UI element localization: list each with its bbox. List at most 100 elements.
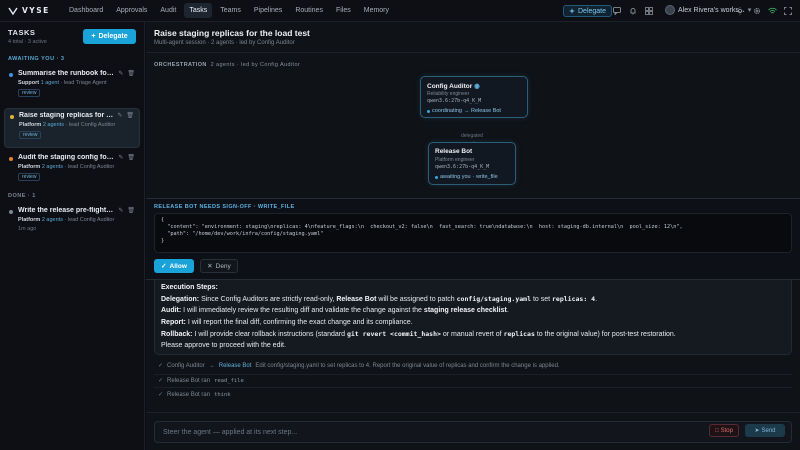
page-subtitle: Multi-agent session · 2 agents · led by … xyxy=(154,40,295,46)
message-rollback: Rollback: I will provide clear rollback … xyxy=(161,330,676,338)
activity-item[interactable]: ✓ Release Bot ran read_file xyxy=(158,377,244,385)
fullscreen-icon[interactable] xyxy=(783,6,793,16)
send-button[interactable]: ➤ Send xyxy=(745,424,785,437)
agent-role: Platform engineer xyxy=(435,157,475,163)
steer-input[interactable]: Steer the agent — applied at its next st… xyxy=(154,421,792,443)
task-item-selected[interactable]: Raise staging replicas for the lo... Pla… xyxy=(4,108,140,148)
deny-button[interactable]: ✕ Deny xyxy=(200,259,238,273)
task-actions: ✎ 🗑 xyxy=(118,70,135,77)
logo-text: VYSE xyxy=(22,6,50,15)
status-dot xyxy=(9,157,13,161)
message-delegation: Delegation: Since Config Auditors are st… xyxy=(161,295,598,303)
task-title: Write the release pre-flight che... xyxy=(18,207,114,214)
close-icon: ✕ xyxy=(207,263,213,270)
status-badge: review xyxy=(18,89,41,97)
grid-icon[interactable] xyxy=(644,6,654,16)
divider xyxy=(146,412,800,413)
main-nav: Dashboard Approvals Audit Tasks Teams Pi… xyxy=(64,3,394,18)
awaiting-section-label: AWAITING YOU · 3 xyxy=(8,56,65,62)
status-badge: review xyxy=(19,131,42,139)
sparkle-icon xyxy=(569,8,575,14)
top-delegate-button[interactable]: Delegate xyxy=(563,5,613,17)
agent-role: Reliability engineer xyxy=(427,91,470,97)
approval-heading: RELEASE BOT NEEDS SIGN-OFF · WRITE_FILE xyxy=(154,204,295,210)
allow-label: Allow xyxy=(169,262,187,270)
plus-icon: + xyxy=(91,33,96,40)
divider xyxy=(154,387,792,388)
divider xyxy=(146,52,800,53)
task-item[interactable]: Summarise the runbook for on-... Support… xyxy=(4,67,140,101)
agent-model: qwen3.6:27b-q4_K_M xyxy=(435,164,490,170)
task-actions: ✎ 🗑 xyxy=(118,207,135,214)
divider xyxy=(154,374,792,375)
message-audit: Audit: I will immediately review the res… xyxy=(161,307,509,314)
top-navigation-bar: VYSE Dashboard Approvals Audit Tasks Tea… xyxy=(0,0,800,22)
task-meta: Platform 2 agents · lead Config Auditor xyxy=(18,164,115,170)
avatar xyxy=(665,5,675,15)
status-badge: review xyxy=(18,173,41,181)
gear-icon[interactable] xyxy=(752,6,762,16)
chevron-down-icon: ▾ xyxy=(747,7,752,14)
sidebar-summary: 4 total · 3 active xyxy=(8,39,47,45)
nav-pipelines[interactable]: Pipelines xyxy=(249,3,287,18)
send-label: Send xyxy=(761,427,776,434)
nav-dashboard[interactable]: Dashboard xyxy=(64,3,108,18)
task-actions: ✎ 🗑 xyxy=(117,112,134,119)
nav-files[interactable]: Files xyxy=(331,3,356,18)
message-heading: Execution Steps: xyxy=(161,284,218,291)
task-actions: ✎ 🗑 xyxy=(118,154,135,161)
task-title: Audit the staging config for drift xyxy=(18,154,114,161)
agent-name: Config Auditor ◉ xyxy=(427,83,480,90)
agent-model: qwen3.6:27b-q4_K_M xyxy=(427,98,482,104)
message-report: Report: I will report the final diff, co… xyxy=(161,319,413,326)
activity-item[interactable]: ✓ Release Bot ran think xyxy=(158,391,231,399)
nav-teams[interactable]: Teams xyxy=(215,3,246,18)
edit-icon[interactable]: ✎ xyxy=(118,207,123,214)
logo-mark-icon xyxy=(8,7,18,15)
task-age: 1m ago xyxy=(18,226,37,232)
task-meta: Platform 2 agents · lead Config Auditor xyxy=(18,217,115,223)
agent-message: Execution Steps: Delegation: Since Confi… xyxy=(154,280,792,355)
message-closing: Please approve to proceed with the edit. xyxy=(161,342,286,349)
page-title: Raise staging replicas for the load test xyxy=(154,28,310,38)
check-icon: ✓ xyxy=(161,263,167,270)
tool-call-arguments: { "content": "environment: staging\nrepl… xyxy=(154,213,792,253)
trash-icon[interactable]: 🗑 xyxy=(126,112,134,119)
trash-icon[interactable]: 🗑 xyxy=(127,70,135,77)
agent-node-release-bot[interactable]: Release Bot Platform engineer qwen3.6:27… xyxy=(428,142,516,185)
trash-icon[interactable]: 🗑 xyxy=(127,207,135,214)
nav-memory[interactable]: Memory xyxy=(359,3,394,18)
agent-node-config-auditor[interactable]: Config Auditor ◉ Reliability engineer qw… xyxy=(420,76,528,118)
allow-button[interactable]: ✓ Allow xyxy=(154,259,194,273)
task-item[interactable]: Write the release pre-flight che... Plat… xyxy=(4,204,140,238)
agent-name: Release Bot xyxy=(435,148,473,155)
check-icon: ✓ xyxy=(158,392,164,398)
sun-icon[interactable] xyxy=(735,6,745,16)
wifi-icon xyxy=(767,6,777,16)
check-icon: ✓ xyxy=(158,363,164,369)
status-dot xyxy=(9,210,13,214)
nav-approvals[interactable]: Approvals xyxy=(111,3,152,18)
nav-routines[interactable]: Routines xyxy=(290,3,328,18)
stop-button[interactable]: □ Stop xyxy=(709,424,739,437)
edit-icon[interactable]: ✎ xyxy=(117,112,122,119)
edit-icon[interactable]: ✎ xyxy=(118,154,123,161)
bell-icon[interactable] xyxy=(628,6,638,16)
sidebar-delegate-button[interactable]: + Delegate xyxy=(83,29,136,44)
status-dot xyxy=(427,109,430,113)
task-item[interactable]: Audit the staging config for drift Platf… xyxy=(4,151,140,185)
activity-item[interactable]: ✓ Config Auditor → Release Bot Edit conf… xyxy=(158,362,560,370)
status-dot xyxy=(9,73,13,77)
chat-icon[interactable] xyxy=(612,6,622,16)
edge-label: delegated xyxy=(461,133,483,139)
trash-icon[interactable]: 🗑 xyxy=(127,154,135,161)
edit-icon[interactable]: ✎ xyxy=(118,70,123,77)
logo[interactable]: VYSE xyxy=(8,6,60,16)
task-meta: Support 1 agent · lead Triage Agent xyxy=(18,80,107,86)
task-title: Raise staging replicas for the lo... xyxy=(19,112,115,119)
nav-audit[interactable]: Audit xyxy=(155,3,181,18)
nav-tasks[interactable]: Tasks xyxy=(184,3,213,18)
agent-status: awaiting you · write_file xyxy=(435,174,498,180)
sidebar-title: TASKS xyxy=(8,28,36,37)
deny-label: Deny xyxy=(215,262,231,270)
